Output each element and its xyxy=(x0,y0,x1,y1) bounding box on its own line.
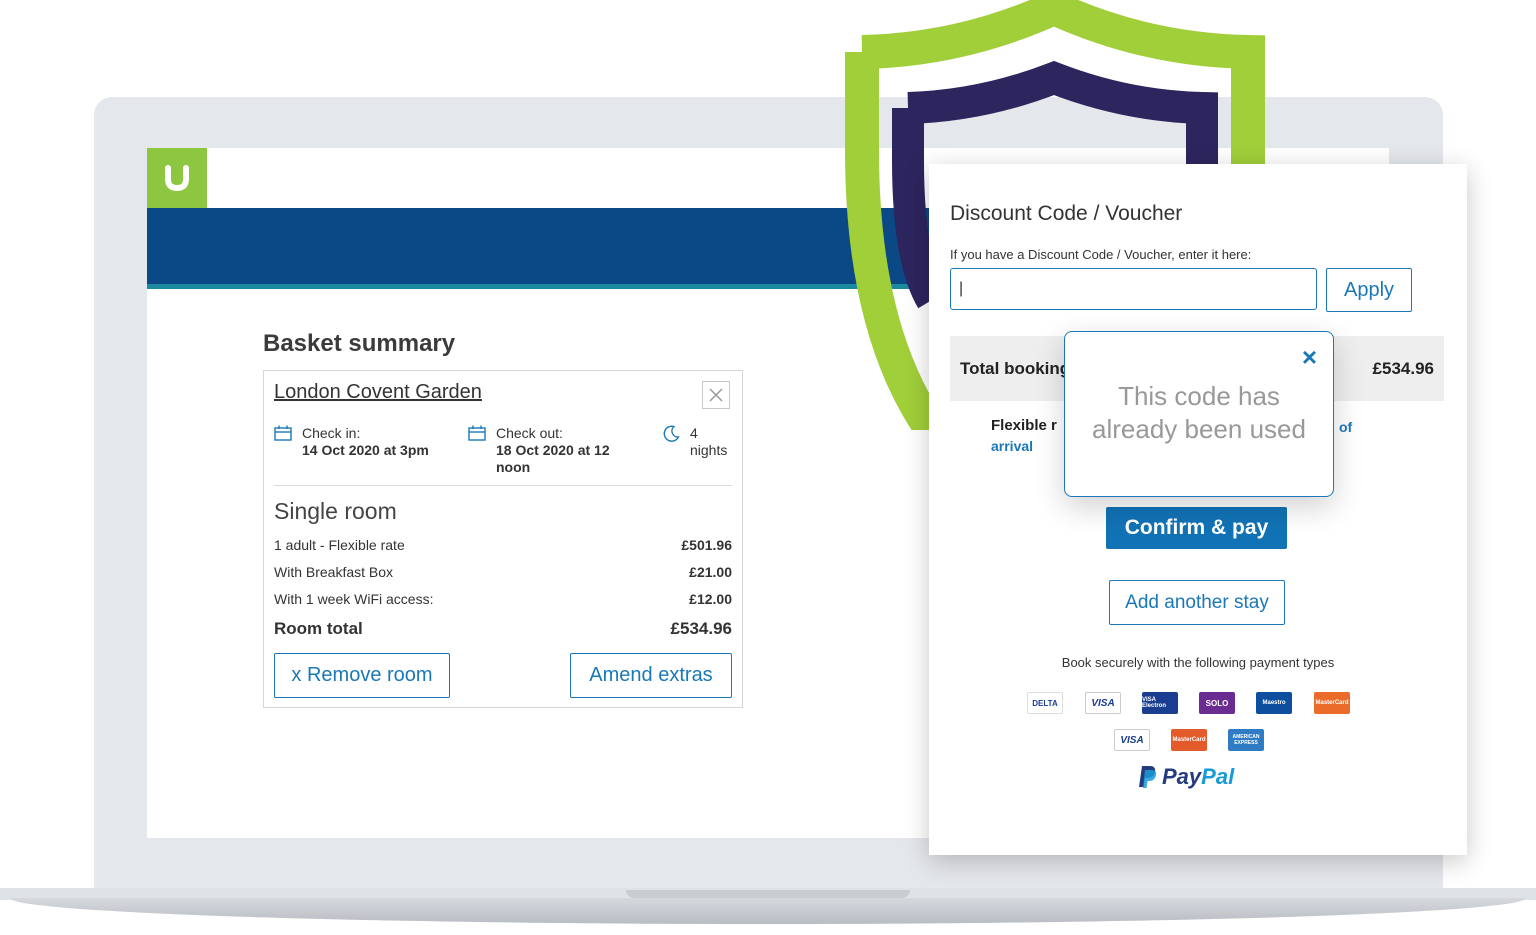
line-item-label: 1 adult - Flexible rate xyxy=(274,537,405,553)
line-item-amount: £501.96 xyxy=(681,537,732,553)
add-another-stay-button[interactable]: Add another stay xyxy=(1109,580,1285,625)
amex-card-icon: AMERICAN EXPRESS xyxy=(1228,729,1264,751)
line-item-amount: £21.00 xyxy=(689,564,732,580)
calendar-icon xyxy=(468,425,486,441)
visa-electron-card-icon: VISA Electron xyxy=(1142,692,1178,714)
room-total-value: £534.96 xyxy=(670,619,732,638)
basket-divider xyxy=(274,485,732,486)
paypal-icon xyxy=(1139,766,1157,788)
remove-room-button[interactable]: x Remove room xyxy=(274,653,450,698)
line-item: 1 adult - Flexible rate £501.96 xyxy=(274,537,732,553)
paypal-logo: PayPal xyxy=(1138,764,1234,790)
popup-message-line-1: This code has xyxy=(1118,381,1280,411)
popup-message: This code has already been used xyxy=(1065,380,1333,446)
room-total-row: Room total £534.96 xyxy=(274,619,732,639)
room-total-label: Room total xyxy=(274,619,363,638)
line-item-amount: £12.00 xyxy=(689,591,732,607)
confirm-pay-button[interactable]: Confirm & pay xyxy=(1106,507,1287,549)
delta-card-icon: DELTA xyxy=(1027,692,1063,714)
check-out-value: 18 Oct 2020 at 12 noon xyxy=(496,442,610,475)
voucher-input[interactable] xyxy=(950,268,1317,310)
remove-hotel-close-button[interactable] xyxy=(702,381,730,409)
line-item-label: With 1 week WiFi access: xyxy=(274,591,434,607)
nights-count: 4 xyxy=(690,425,698,441)
logo-u-icon xyxy=(165,165,189,192)
check-in-label: Check in: xyxy=(302,425,361,441)
check-out-info: Check out: 18 Oct 2020 at 12 noon xyxy=(468,425,636,476)
visa-card-icon: VISA xyxy=(1114,729,1150,751)
discount-title: Discount Code / Voucher xyxy=(950,202,1183,225)
secure-payment-text: Book securely with the following payment… xyxy=(1061,655,1335,670)
pay-on-arrival-link[interactable]: of xyxy=(1339,419,1352,435)
calendar-icon xyxy=(274,425,292,441)
basket-title: Basket summary xyxy=(263,330,456,357)
maestro-card-icon: Maestro xyxy=(1256,692,1292,714)
basket-card: London Covent Garden Check in: 14 Oct 20… xyxy=(263,370,743,708)
solo-card-icon: SOLO xyxy=(1199,692,1235,714)
check-out-label: Check out: xyxy=(496,425,563,441)
line-item: With Breakfast Box £21.00 xyxy=(274,564,732,580)
line-item: With 1 week WiFi access: £12.00 xyxy=(274,591,732,607)
nights-label: nights xyxy=(690,442,728,458)
total-booking-value: £534.96 xyxy=(1372,359,1434,378)
mastercard-card-icon: MasterCard xyxy=(1314,692,1350,714)
amend-extras-button[interactable]: Amend extras xyxy=(570,653,732,698)
flexible-rate-text: Flexible r xyxy=(991,417,1057,434)
brand-logo[interactable] xyxy=(147,148,207,208)
laptop-base-edge xyxy=(10,898,1526,924)
mastercard-card-icon: MasterCard xyxy=(1171,729,1207,751)
visa-debit-card-icon: VISA xyxy=(1085,692,1121,714)
hotel-link[interactable]: London Covent Garden xyxy=(274,381,482,404)
moon-icon xyxy=(663,425,680,442)
arrival-link[interactable]: arrival xyxy=(991,438,1033,454)
apply-button[interactable]: Apply xyxy=(1326,268,1412,312)
check-in-info: Check in: 14 Oct 2020 at 3pm xyxy=(274,425,442,459)
line-item-label: With Breakfast Box xyxy=(274,564,394,580)
popup-message-line-2: already been used xyxy=(1092,414,1306,444)
check-in-value: 14 Oct 2020 at 3pm xyxy=(302,442,429,458)
room-title: Single room xyxy=(274,498,397,524)
close-icon[interactable]: × xyxy=(1302,342,1317,373)
close-icon xyxy=(709,388,723,402)
discount-panel: Discount Code / Voucher If you have a Di… xyxy=(929,164,1467,855)
paypal-text-pay: Pay xyxy=(1162,764,1202,789)
total-booking-label: Total booking xyxy=(960,359,1071,378)
voucher-error-popup: × This code has already been used xyxy=(1064,331,1334,497)
nights-info: 4 nights xyxy=(662,425,740,459)
discount-subtitle: If you have a Discount Code / Voucher, e… xyxy=(950,247,1252,262)
paypal-text-pal: Pal xyxy=(1201,764,1235,789)
laptop-notch xyxy=(626,890,910,898)
